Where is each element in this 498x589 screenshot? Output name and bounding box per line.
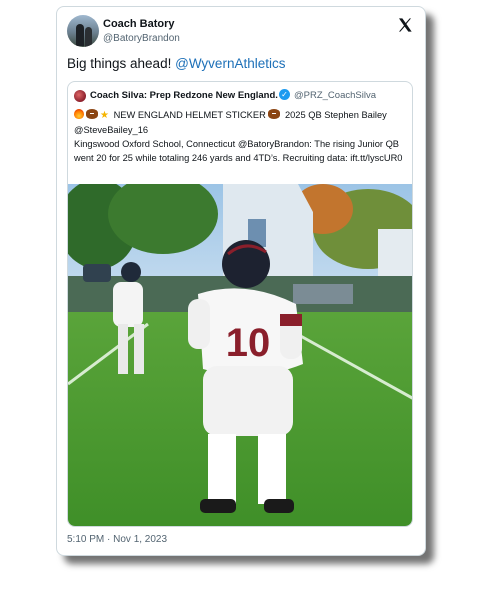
football-emoji-icon [86,109,98,119]
quoted-line-2: @SteveBailey_16 [74,125,149,135]
quoted-tweet[interactable]: Coach Silva: Prep Redzone New England. ✓… [67,81,413,527]
verified-badge-icon: ✓ [279,89,290,100]
x-logo-icon[interactable] [397,17,413,33]
author-name[interactable]: Coach Batory [103,18,175,30]
quoted-line-1: NEW ENGLAND HELMET STICKER [113,110,266,120]
author-avatar[interactable] [67,15,99,47]
quoted-author-name[interactable]: Coach Silva: Prep Redzone New England. [90,90,278,101]
tweet-mention-link[interactable]: @WyvernAthletics [175,56,285,71]
tweet-card[interactable]: Coach Batory @BatoryBrandon Big things a… [56,6,426,556]
tweet-body: Big things ahead! [67,56,172,71]
fire-emoji-icon [74,109,84,119]
football-emoji-icon [268,109,281,119]
author-handle[interactable]: @BatoryBrandon [103,33,180,44]
quoted-tweet-text: ★ NEW ENGLAND HELMET STICKER 2025 QB Ste… [74,108,404,165]
star-emoji-icon: ★ [100,110,109,121]
football-photo[interactable]: 10 [68,184,413,527]
jersey-number: 10 [226,321,271,365]
tweet-timestamp[interactable]: 5:10 PM · Nov 1, 2023 [67,534,167,545]
tweet-text: Big things ahead! @WyvernAthletics [67,56,285,71]
quoted-author-avatar[interactable] [74,90,86,102]
quoted-line-1b: 2025 QB Stephen Bailey [284,110,387,120]
quoted-line-3: Kingswood Oxford School, Connecticut @Ba… [74,139,403,163]
quoted-author-handle[interactable]: @PRZ_CoachSilva [294,90,376,101]
